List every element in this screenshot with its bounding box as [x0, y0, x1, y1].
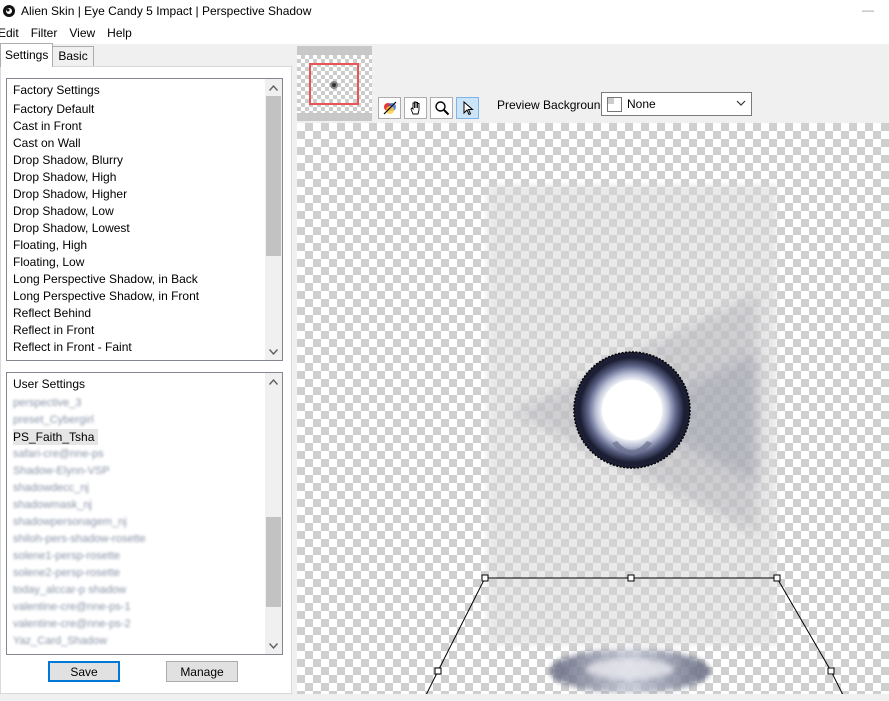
zoom-icon[interactable] — [430, 97, 453, 119]
chevron-down-icon — [735, 97, 747, 109]
manage-button[interactable]: Manage — [166, 661, 238, 682]
list-item[interactable]: Cast on Wall — [7, 135, 265, 152]
user-scroll-thumb[interactable] — [266, 517, 281, 607]
tab-settings[interactable]: Settings — [0, 43, 54, 67]
list-item[interactable]: solene2-persp-rosette — [7, 565, 265, 582]
user-settings-items: User Settings perspective_3 preset_Cyber… — [7, 373, 265, 654]
list-item[interactable]: solene1-persp-rosette — [7, 548, 265, 565]
user-scrollbar[interactable] — [265, 373, 282, 654]
list-item[interactable]: perspective_3 — [7, 395, 265, 412]
user-settings-list[interactable]: User Settings perspective_3 preset_Cyber… — [6, 372, 283, 655]
scroll-up-icon[interactable] — [265, 79, 282, 96]
list-item[interactable]: Yaz_Card_Shadow — [7, 633, 265, 650]
scroll-down-icon[interactable] — [265, 343, 282, 360]
color-swatch-icon[interactable] — [378, 97, 401, 119]
pointer-icon[interactable] — [456, 97, 479, 119]
thumbnail-image — [297, 55, 372, 113]
factory-settings-items: Factory Settings Factory Default Cast in… — [7, 79, 265, 360]
list-item[interactable]: Cast in Front — [7, 118, 265, 135]
menu-view[interactable]: View — [63, 23, 101, 43]
list-item[interactable]: Drop Shadow, Lowest — [7, 220, 265, 237]
list-item[interactable]: Drop Shadow, Blurry — [7, 152, 265, 169]
preview-canvas[interactable] — [297, 123, 889, 701]
list-item[interactable]: Reflect in Front - Faint — [7, 339, 265, 356]
list-item-selected[interactable]: PS_Faith_Tsha — [7, 429, 265, 446]
list-item[interactable]: Reflect in Front — [7, 322, 265, 339]
preview-background-label: Preview Background: — [497, 98, 611, 112]
window-title: Alien Skin | Eye Candy 5 Impact | Perspe… — [21, 4, 312, 18]
list-item[interactable]: Reflect Behind — [7, 305, 265, 322]
list-item[interactable]: Factory Default — [7, 101, 265, 118]
background-swatch-icon — [607, 96, 622, 112]
list-item[interactable]: safari-cre@nne-ps — [7, 446, 265, 463]
list-item[interactable]: today_alccar-p shadow — [7, 582, 265, 599]
list-item[interactable]: Drop Shadow, Low — [7, 203, 265, 220]
preview-background-value: None — [627, 97, 656, 111]
list-item[interactable]: Floating, Low — [7, 254, 265, 271]
settings-tabs: Settings Basic — [0, 43, 94, 67]
list-item[interactable]: valentine-cre@nne-ps-2 — [7, 616, 265, 633]
list-item[interactable]: shiloh-pers-shadow-rosette — [7, 531, 265, 548]
menu-bar: Edit Filter View Help — [0, 22, 889, 44]
menu-filter[interactable]: Filter — [25, 23, 64, 43]
list-item[interactable]: shadowpersonagem_nj — [7, 514, 265, 531]
list-item[interactable]: preset_Cybergirl — [7, 412, 265, 429]
user-settings-header: User Settings — [13, 377, 86, 391]
list-item[interactable]: Shadow-Elynn-VSP — [7, 463, 265, 480]
tab-basic[interactable]: Basic — [52, 46, 94, 67]
menu-edit[interactable]: Edit — [0, 23, 25, 43]
factory-settings-list[interactable]: Factory Settings Factory Default Cast in… — [6, 78, 283, 361]
factory-scrollbar[interactable] — [265, 79, 282, 360]
title-bar: Alien Skin | Eye Candy 5 Impact | Perspe… — [0, 0, 889, 22]
factory-settings-header: Factory Settings — [13, 83, 100, 97]
save-button[interactable]: Save — [48, 661, 120, 682]
scroll-down-icon[interactable] — [265, 637, 282, 654]
selected-item-label: PS_Faith_Tsha — [13, 429, 99, 445]
settings-panel: Factory Settings Factory Default Cast in… — [0, 66, 292, 694]
alien-skin-icon — [2, 4, 16, 18]
list-item[interactable]: Long Perspective Shadow, in Front — [7, 288, 265, 305]
preview-toolbar — [378, 97, 479, 119]
list-item[interactable]: Floating, High — [7, 237, 265, 254]
navigator-thumbnail[interactable] — [297, 46, 372, 121]
preview-background-select[interactable]: None — [601, 92, 752, 116]
hand-icon[interactable] — [404, 97, 427, 119]
thumbnail-object — [330, 81, 338, 89]
preview-image — [422, 185, 847, 701]
factory-scroll-thumb[interactable] — [266, 96, 281, 256]
list-item[interactable]: valentine-cre@nne-ps-1 — [7, 599, 265, 616]
list-item[interactable]: Long Perspective Shadow, in Back — [7, 271, 265, 288]
list-item[interactable]: shadowdecc_nj — [7, 480, 265, 497]
minimize-button[interactable]: — — [861, 3, 875, 17]
list-item[interactable]: Drop Shadow, High — [7, 169, 265, 186]
list-item[interactable]: Drop Shadow, Higher — [7, 186, 265, 203]
status-bar — [0, 694, 889, 701]
menu-help[interactable]: Help — [101, 23, 138, 43]
list-item[interactable]: shadowmask_nj — [7, 497, 265, 514]
scroll-up-icon[interactable] — [265, 373, 282, 390]
